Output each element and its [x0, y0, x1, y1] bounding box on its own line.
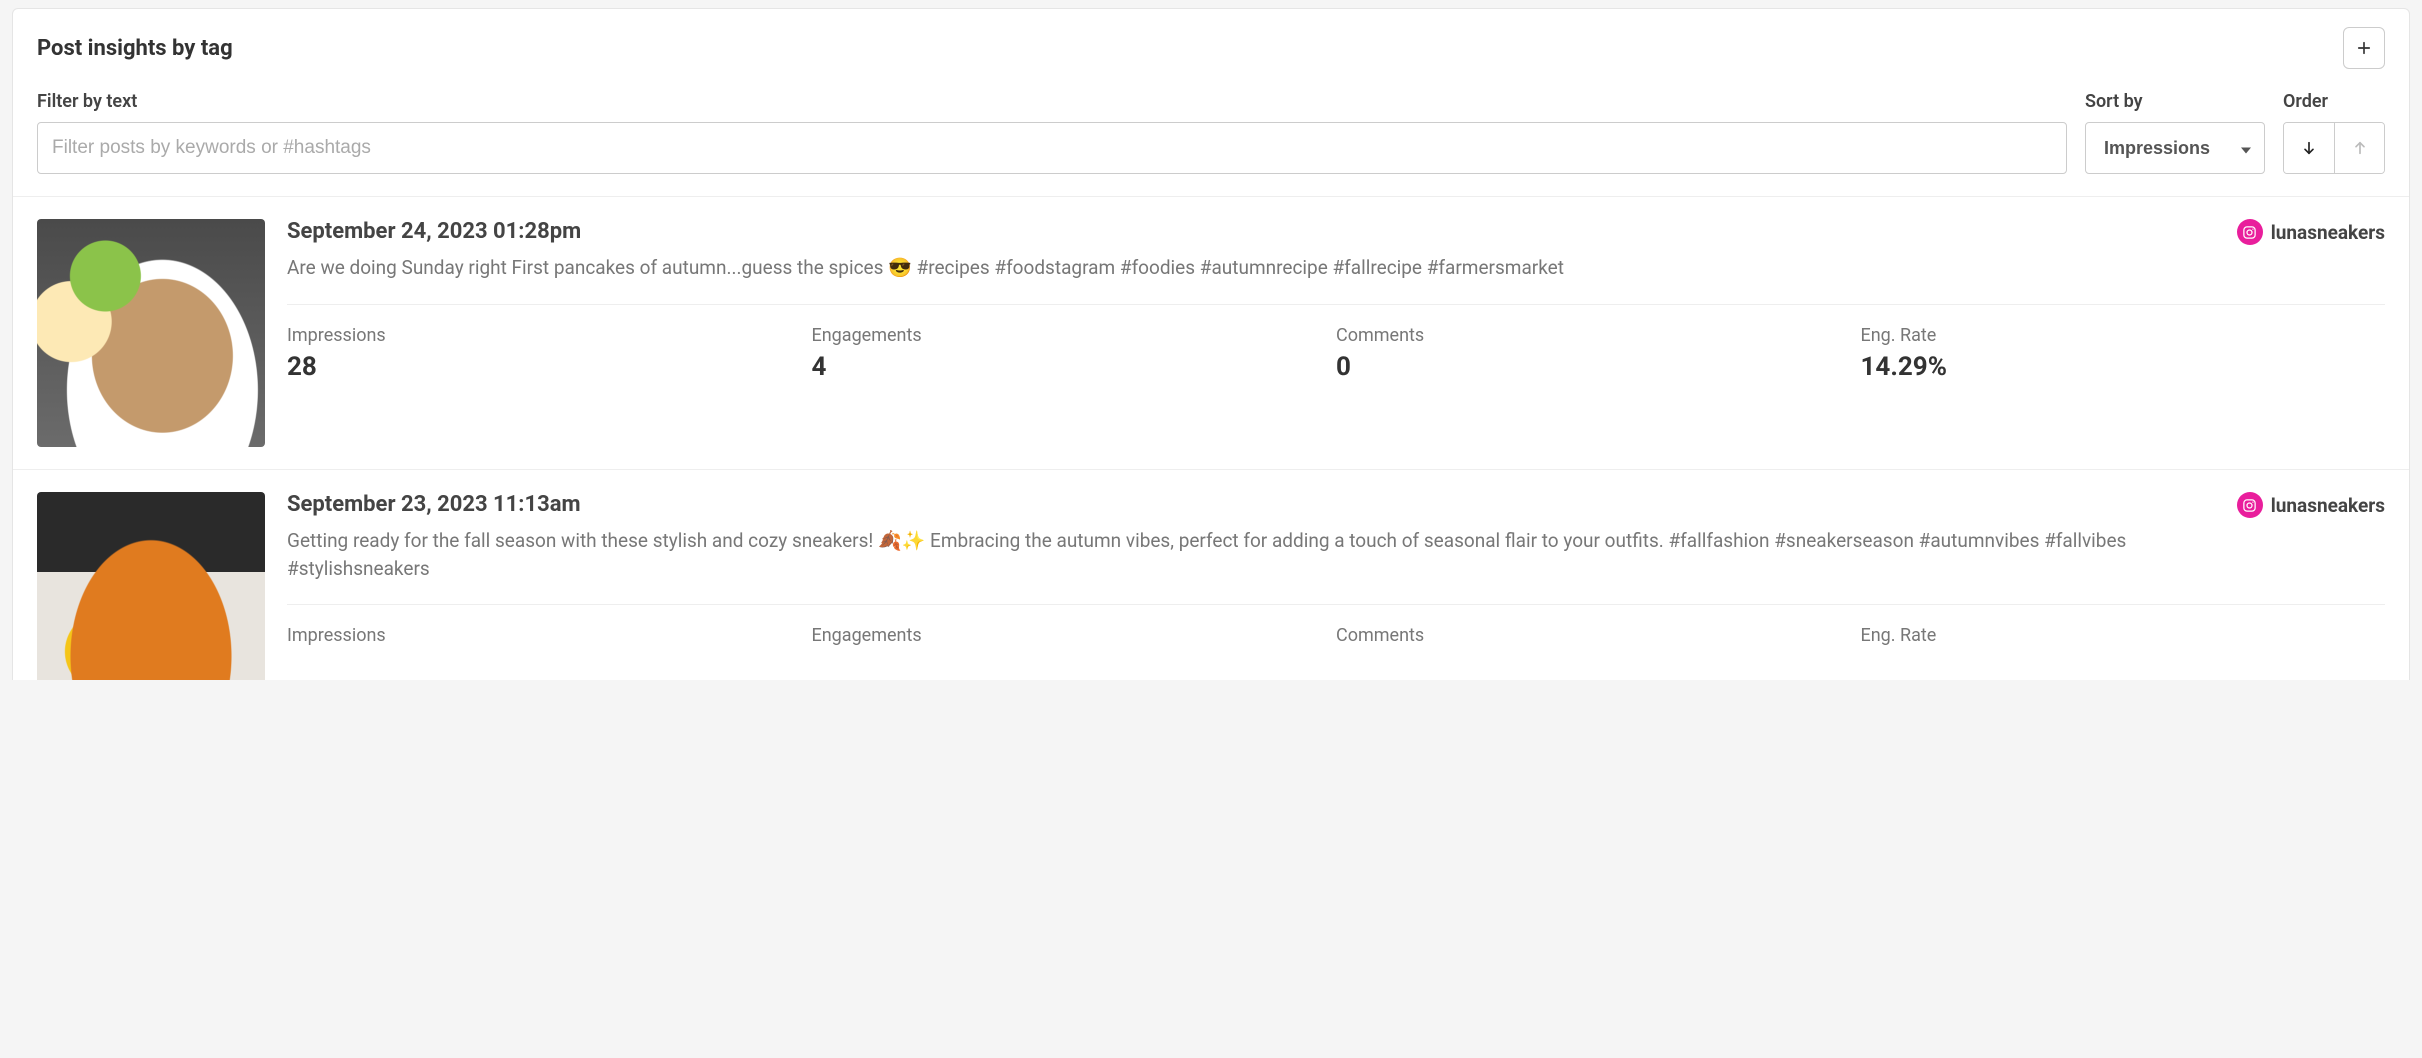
post-thumbnail[interactable] [37, 492, 265, 680]
account-tag[interactable]: lunasneakers [2237, 219, 2385, 245]
card-header: Post insights by tag [13, 9, 2409, 77]
metric-eng-rate: Eng. Rate 14.29% [1861, 325, 2386, 382]
metric-label: Eng. Rate [1861, 325, 2386, 346]
account-name: lunasneakers [2271, 494, 2385, 517]
post-body: September 23, 2023 11:13am Getting ready… [287, 492, 2385, 680]
post-date: September 23, 2023 11:13am [287, 492, 2217, 517]
post-caption: Are we doing Sunday right First pancakes… [287, 254, 1564, 282]
post-row[interactable]: September 23, 2023 11:13am Getting ready… [13, 469, 2409, 680]
filter-input[interactable] [37, 122, 2067, 174]
metric-impressions: Impressions [287, 625, 812, 652]
account-tag[interactable]: lunasneakers [2237, 492, 2385, 518]
add-button[interactable] [2343, 27, 2385, 69]
metric-value: 28 [287, 352, 812, 382]
post-row[interactable]: September 24, 2023 01:28pm Are we doing … [13, 196, 2409, 469]
metric-impressions: Impressions 28 [287, 325, 812, 382]
instagram-icon [2237, 492, 2263, 518]
account-name: lunasneakers [2271, 221, 2385, 244]
insights-card: Post insights by tag Filter by text Sort… [12, 8, 2410, 680]
metric-value: 14.29% [1861, 352, 2386, 382]
order-group-wrap: Order [2283, 91, 2385, 174]
metric-engagements: Engagements 4 [812, 325, 1337, 382]
metrics-row: Impressions Engagements Comments Eng. Ra… [287, 604, 2385, 652]
sort-select[interactable]: Impressions [2085, 122, 2265, 174]
metric-label: Comments [1336, 325, 1861, 346]
metric-engagements: Engagements [812, 625, 1337, 652]
post-body: September 24, 2023 01:28pm Are we doing … [287, 219, 2385, 447]
metrics-row: Impressions 28 Engagements 4 Comments 0 … [287, 304, 2385, 382]
metric-label: Impressions [287, 625, 812, 646]
metric-label: Engagements [812, 325, 1337, 346]
arrow-up-icon [2352, 140, 2368, 156]
filter-group: Filter by text [37, 91, 2067, 174]
arrow-down-icon [2301, 140, 2317, 156]
metric-comments: Comments 0 [1336, 325, 1861, 382]
post-thumbnail[interactable] [37, 219, 265, 447]
order-asc-button[interactable] [2334, 123, 2384, 173]
sort-value: Impressions [2104, 138, 2210, 159]
metric-label: Eng. Rate [1861, 625, 2386, 646]
card-title: Post insights by tag [37, 36, 233, 61]
metric-value: 4 [812, 352, 1337, 382]
plus-icon [2355, 39, 2373, 57]
metric-label: Engagements [812, 625, 1337, 646]
metric-eng-rate: Eng. Rate [1861, 625, 2386, 652]
controls-row: Filter by text Sort by Impressions Order [13, 77, 2409, 196]
metric-value: 0 [1336, 352, 1861, 382]
metric-label: Impressions [287, 325, 812, 346]
instagram-icon [2237, 219, 2263, 245]
sort-label: Sort by [2085, 91, 2265, 112]
order-desc-button[interactable] [2284, 123, 2334, 173]
metric-comments: Comments [1336, 625, 1861, 652]
order-label: Order [2283, 91, 2385, 112]
metric-label: Comments [1336, 625, 1861, 646]
filter-label: Filter by text [37, 91, 2067, 112]
post-date: September 24, 2023 01:28pm [287, 219, 1564, 244]
post-caption: Getting ready for the fall season with t… [287, 527, 2217, 582]
sort-group: Sort by Impressions [2085, 91, 2265, 174]
